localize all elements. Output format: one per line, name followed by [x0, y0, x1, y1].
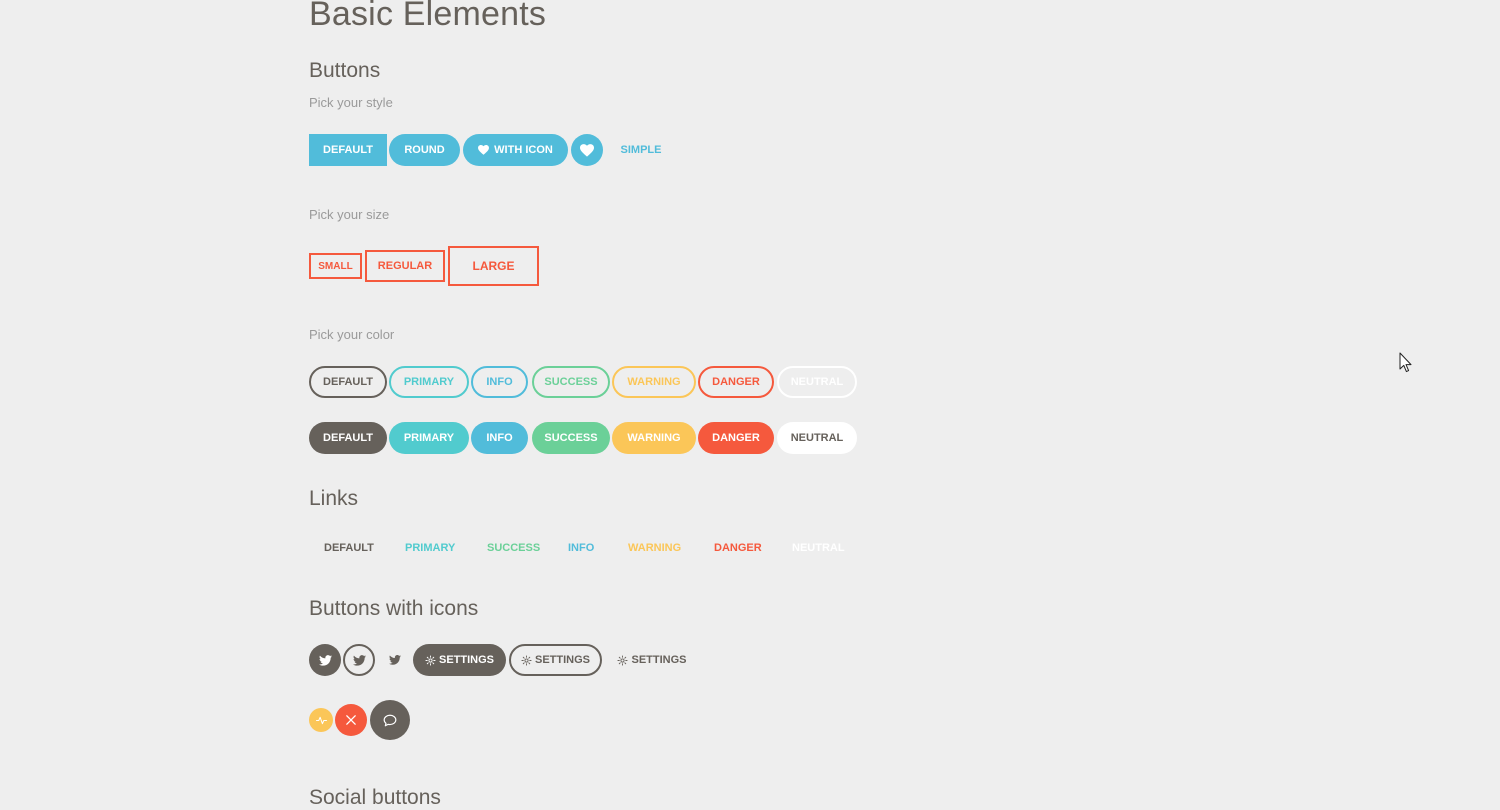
pick-size-label: Pick your size: [309, 207, 390, 222]
pick-color-label: Pick your color: [309, 327, 395, 342]
settings-outline-button[interactable]: SETTINGS: [509, 644, 602, 676]
close-regular-button[interactable]: [335, 704, 367, 736]
outline-danger-label: DANGER: [712, 376, 760, 388]
settings-filled-button[interactable]: SETTINGS: [413, 644, 506, 676]
filled-default-label: DEFAULT: [323, 432, 373, 444]
activity-small-button[interactable]: [309, 708, 333, 732]
link-neutral[interactable]: NEUTRAL: [792, 542, 845, 554]
large-size-button-label: LARGE: [472, 259, 515, 273]
settings-simple-button[interactable]: SETTINGS: [612, 644, 692, 676]
filled-warning-button[interactable]: WARNING: [612, 422, 696, 454]
pick-style-label: Pick your style: [309, 95, 393, 110]
twitter-icon: [318, 654, 332, 666]
with-icon-button[interactable]: WITH ICON: [463, 134, 568, 166]
settings-simple-label: SETTINGS: [631, 654, 687, 666]
page-title: Basic Elements: [309, 0, 547, 33]
outline-info-label: INFO: [486, 376, 513, 388]
links-heading: Links: [309, 487, 359, 510]
small-size-button[interactable]: SMALL: [309, 253, 362, 279]
filled-neutral-button[interactable]: NEUTRAL: [777, 422, 857, 454]
settings-outline-label: SETTINGS: [534, 654, 590, 666]
outline-info-button[interactable]: INFO: [471, 366, 528, 398]
twitter-filled-button[interactable]: [309, 644, 341, 676]
regular-size-button-label: REGULAR: [377, 260, 433, 272]
link-success[interactable]: SUCCESS: [487, 542, 540, 554]
heart-icon-button[interactable]: [571, 134, 603, 166]
outline-default-button[interactable]: DEFAULT: [309, 366, 387, 398]
twitter-simple-button[interactable]: [380, 644, 410, 676]
with-icon-button-label: WITH ICON: [494, 144, 553, 156]
filled-primary-label: PRIMARY: [403, 432, 455, 444]
link-warning[interactable]: WARNING: [628, 542, 681, 554]
simple-style-button[interactable]: SIMPLE: [610, 134, 672, 166]
round-style-button[interactable]: ROUND: [389, 134, 460, 166]
settings-filled-label: SETTINGS: [438, 654, 494, 666]
social-buttons-heading: Social buttons: [309, 786, 441, 809]
link-primary[interactable]: PRIMARY: [405, 542, 455, 554]
close-icon: [346, 715, 356, 725]
link-info[interactable]: INFO: [568, 542, 594, 554]
outline-neutral-label: NEUTRAL: [790, 376, 844, 388]
outline-primary-button[interactable]: PRIMARY: [389, 366, 469, 398]
heart-icon: [478, 145, 490, 155]
twitter-outline-button[interactable]: [343, 644, 375, 676]
outline-default-label: DEFAULT: [323, 376, 373, 388]
filled-info-label: INFO: [486, 432, 513, 444]
filled-info-button[interactable]: INFO: [471, 422, 528, 454]
large-size-button[interactable]: LARGE: [448, 246, 539, 286]
buttons-with-icons-heading: Buttons with icons: [309, 597, 479, 620]
default-style-button-label: DEFAULT: [323, 144, 373, 156]
outline-success-label: SUCCESS: [544, 376, 598, 388]
chat-large-button[interactable]: [370, 700, 410, 740]
outline-danger-button[interactable]: DANGER: [698, 366, 774, 398]
chat-icon: [383, 714, 397, 727]
buttons-heading: Buttons: [309, 59, 381, 82]
link-danger[interactable]: DANGER: [714, 542, 762, 554]
link-default[interactable]: DEFAULT: [324, 542, 374, 554]
filled-danger-label: DANGER: [712, 432, 760, 444]
filled-neutral-label: NEUTRAL: [790, 432, 844, 444]
round-style-button-label: ROUND: [404, 144, 445, 156]
default-style-button[interactable]: DEFAULT: [309, 134, 387, 166]
activity-icon: [315, 715, 327, 726]
twitter-icon: [389, 655, 401, 665]
outline-neutral-button[interactable]: NEUTRAL: [777, 366, 857, 398]
filled-success-button[interactable]: SUCCESS: [532, 422, 610, 454]
gear-icon: [425, 654, 436, 666]
outline-warning-button[interactable]: WARNING: [612, 366, 696, 398]
gear-icon: [521, 654, 532, 666]
filled-default-button[interactable]: DEFAULT: [309, 422, 387, 454]
simple-style-button-label: SIMPLE: [620, 144, 662, 156]
twitter-icon: [352, 654, 366, 666]
gear-icon: [617, 654, 629, 666]
small-size-button-label: SMALL: [318, 260, 353, 272]
filled-warning-label: WARNING: [627, 432, 681, 444]
outline-primary-label: PRIMARY: [403, 376, 455, 388]
filled-danger-button[interactable]: DANGER: [698, 422, 774, 454]
filled-success-label: SUCCESS: [544, 432, 598, 444]
regular-size-button[interactable]: REGULAR: [365, 250, 445, 282]
outline-success-button[interactable]: SUCCESS: [532, 366, 610, 398]
mouse-cursor-icon: [1399, 352, 1412, 378]
outline-warning-label: WARNING: [627, 376, 681, 388]
filled-primary-button[interactable]: PRIMARY: [389, 422, 469, 454]
heart-icon: [580, 143, 594, 157]
